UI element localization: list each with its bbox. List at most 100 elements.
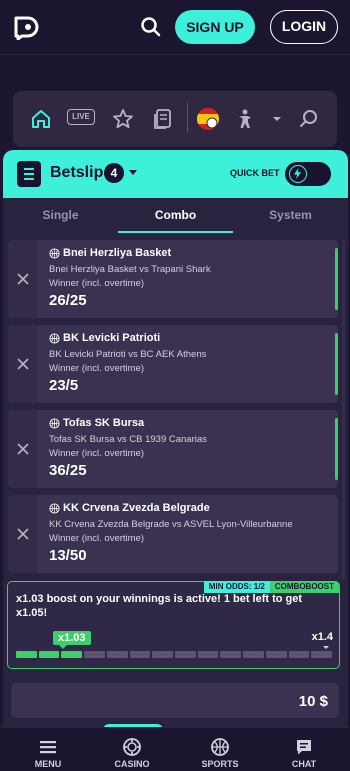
esports-shooter-icon[interactable] [233, 107, 257, 131]
menu-icon [40, 741, 56, 754]
betslip-tabs: Single Combo System [3, 198, 348, 234]
live-icon[interactable]: LIVE [67, 109, 95, 125]
bet-selection[interactable]: BK Levicki Patrioti BK Levicki Patrioti … [8, 325, 338, 403]
boost-progress-segment [152, 651, 174, 658]
login-button[interactable]: LOGIN [270, 10, 338, 44]
bet-team: BK Levicki Patrioti [63, 332, 161, 344]
basketball-icon [49, 418, 60, 429]
home-icon[interactable] [29, 107, 53, 131]
sport-category-bar: LIVE [13, 91, 337, 147]
bet-match: Tofas SK Bursa vs CB 1939 Canarias [49, 434, 207, 445]
nav-sports[interactable]: SPORTS [185, 728, 255, 771]
basketball-icon [49, 248, 60, 259]
stake-value: 10 $ [298, 693, 328, 710]
basketball-icon [49, 503, 60, 514]
bet-odds: 13/50 [49, 547, 87, 564]
nav-chat-label: CHAT [291, 759, 317, 769]
stake-input[interactable]: 10 $ [11, 683, 339, 718]
boost-message: x1.03 boost on your winnings is active! … [16, 593, 303, 619]
boost-progress-bar [16, 651, 333, 658]
close-icon [17, 528, 29, 540]
nav-menu-label: MENU [34, 759, 62, 769]
bottom-navigation: MENU CASINO SPORTS CHAT [0, 727, 350, 771]
category-divider [187, 103, 188, 133]
boost-progress-segment [265, 651, 287, 658]
boost-progress-segment [197, 651, 219, 658]
bet-match: BK Levicki Patrioti vs BC AEK Athens [49, 349, 207, 360]
quick-bet-label: QUICK BET [230, 168, 280, 178]
nav-casino[interactable]: CASINO [97, 728, 167, 771]
caret-down-icon [323, 646, 329, 649]
remove-bet-button[interactable] [8, 495, 38, 573]
sign-up-button[interactable]: SIGN UP [175, 10, 255, 44]
boost-target-multiplier: x1.4 [311, 631, 333, 643]
boost-progress-segment [38, 651, 60, 658]
basketball-icon [49, 333, 60, 344]
search-icon[interactable] [138, 14, 164, 40]
bet-odds: 26/25 [49, 292, 87, 309]
nav-chat[interactable]: CHAT [269, 728, 339, 771]
betslip-panel: Betslip 4 QUICK BET Single Combo System … [3, 150, 348, 730]
tab-system[interactable]: System [233, 208, 348, 222]
bet-list-scrollbar[interactable] [342, 240, 345, 580]
close-icon [17, 443, 29, 455]
betslip-title: Betslip [50, 164, 104, 181]
top-bar: SIGN UP LOGIN [0, 0, 350, 55]
bet-selection[interactable]: Tofas SK Bursa Tofas SK Bursa vs CB 1939… [8, 410, 338, 488]
chat-icon [297, 740, 311, 755]
boost-progress-segment [61, 651, 83, 658]
bet-status-accent [335, 418, 338, 480]
tab-combo[interactable]: Combo [118, 208, 233, 222]
bet-team: Tofas SK Bursa [63, 417, 145, 429]
chevron-down-icon[interactable] [265, 107, 289, 131]
bet-odds: 23/5 [49, 377, 79, 394]
bet-team: Bnei Herzliya Basket [63, 247, 172, 259]
bet-market: Winner (incl. overtime) [49, 533, 145, 544]
boost-progress-segment [84, 651, 105, 658]
lightning-icon [289, 165, 307, 183]
brand-logo-icon[interactable] [13, 14, 39, 40]
combo-boost-panel: MIN ODDS: 1/2 COMBOBOOST x1.03 boost on … [7, 581, 340, 669]
casino-chip-icon [123, 738, 141, 756]
boost-progress-segment [16, 651, 37, 658]
star-icon[interactable] [111, 107, 135, 131]
boost-progress-segment [243, 651, 264, 658]
boost-current-multiplier: x1.03 [53, 631, 91, 649]
boost-progress-segment [311, 651, 333, 658]
bet-market: Winner (incl. overtime) [49, 363, 145, 374]
spain-flag-icon[interactable] [197, 108, 219, 130]
nav-casino-label: CASINO [114, 759, 150, 769]
caret-down-icon[interactable] [129, 170, 137, 175]
betslip-icon [17, 161, 41, 187]
bet-status-accent [335, 248, 338, 310]
tab-single[interactable]: Single [3, 208, 118, 222]
remove-bet-button[interactable] [8, 240, 38, 318]
bet-match: KK Crvena Zvezda Belgrade vs ASVEL Lyon-… [49, 519, 293, 530]
bet-status-accent [335, 333, 338, 395]
betslip-header[interactable]: Betslip 4 QUICK BET [3, 150, 348, 198]
quick-bet-toggle[interactable] [285, 162, 331, 186]
remove-bet-button[interactable] [8, 325, 38, 403]
boost-progress-segment [220, 651, 242, 658]
active-tab-indicator [118, 231, 233, 233]
basketball-icon [211, 738, 229, 756]
bet-selection[interactable]: Bnei Herzliya Basket Bnei Herzliya Baske… [8, 240, 338, 318]
boost-progress-segment [175, 651, 196, 658]
category-search-icon[interactable] [297, 107, 321, 131]
bet-market: Winner (incl. overtime) [49, 448, 145, 459]
betslip-count-badge: 4 [104, 163, 124, 183]
bet-match: Bnei Herzliya Basket vs Trapani Shark [49, 264, 211, 275]
nav-menu[interactable]: MENU [13, 728, 83, 771]
boost-progress-segment [129, 651, 151, 658]
bet-odds: 36/25 [49, 462, 87, 479]
remove-bet-button[interactable] [8, 410, 38, 488]
boost-progress-segment [106, 651, 128, 658]
close-icon [17, 358, 29, 370]
boost-progress-segment [288, 651, 310, 658]
bet-team: KK Crvena Zvezda Belgrade [63, 502, 210, 514]
bet-market: Winner (incl. overtime) [49, 278, 145, 289]
close-icon [17, 273, 29, 285]
nav-sports-label: SPORTS [201, 759, 239, 769]
bet-selection[interactable]: KK Crvena Zvezda Belgrade KK Crvena Zvez… [8, 495, 338, 573]
betslip-history-icon[interactable] [151, 107, 175, 131]
